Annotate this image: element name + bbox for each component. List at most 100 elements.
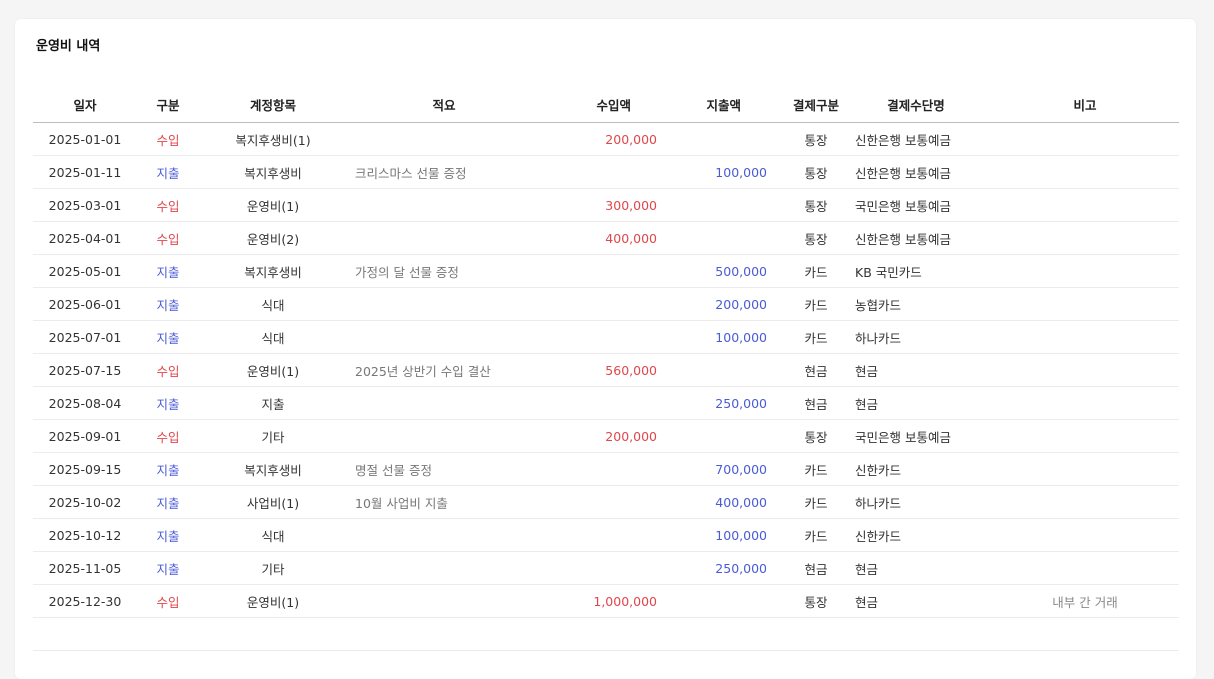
empty-cell <box>199 617 347 651</box>
operating-expense-panel: 운영비 내역 일자 구분 계정항목 적요 수입액 지출액 결제구분 결제수단명 <box>15 19 1196 679</box>
row-payment-name: 국민은행 보통예금 <box>841 188 991 222</box>
row-note <box>991 320 1179 354</box>
empty-cell <box>137 617 199 651</box>
row-date: 2025-09-01 <box>33 419 137 453</box>
row-account: 운영비(1) <box>199 188 347 222</box>
row-payment-type: 통장 <box>771 155 841 189</box>
row-payment-name: 현금 <box>841 353 991 387</box>
row-expense: 100,000 <box>661 518 771 552</box>
row-account: 복지후생비(1) <box>199 122 347 156</box>
header-expense[interactable]: 지출액 <box>661 87 771 123</box>
row-payment-name: 현금 <box>841 584 991 618</box>
row-account: 지출 <box>199 386 347 420</box>
row-date: 2025-09-15 <box>33 452 137 486</box>
table-row[interactable]: 2025-03-01 수입 운영비(1) 300,000 통장 국민은행 보통예금 <box>33 188 1179 222</box>
row-income: 400,000 <box>541 221 661 255</box>
row-note: 내부 간 거래 <box>991 584 1179 618</box>
header-account[interactable]: 계정항목 <box>199 87 347 123</box>
table-row[interactable]: 2025-06-01 지출 식대 200,000 카드 농협카드 <box>33 287 1179 321</box>
table-row[interactable]: 2025-01-11 지출 복지후생비 크리스마스 선물 증정 100,000 통장 신한은… <box>33 155 1179 189</box>
row-note <box>991 155 1179 189</box>
row-date: 2025-05-01 <box>33 254 137 288</box>
row-payment-name: 신한은행 보통예금 <box>841 155 991 189</box>
table-row[interactable]: 2025-04-01 수입 운영비(2) 400,000 통장 신한은행 보통예금 <box>33 221 1179 255</box>
row-income: 300,000 <box>541 188 661 222</box>
table-row[interactable]: 2025-05-01 지출 복지후생비 가정의 달 선물 증정 500,000 카드 KB … <box>33 254 1179 288</box>
row-payment-name: KB 국민카드 <box>841 254 991 288</box>
row-account: 식대 <box>199 518 347 552</box>
row-payment-type: 현금 <box>771 551 841 585</box>
header-income[interactable]: 수입액 <box>541 87 661 123</box>
row-note <box>991 551 1179 585</box>
row-payment-name: 농협카드 <box>841 287 991 321</box>
row-income <box>541 155 661 189</box>
row-account: 복지후생비 <box>199 155 347 189</box>
row-type: 지출 <box>137 254 199 288</box>
row-expense <box>661 221 771 255</box>
header-type[interactable]: 구분 <box>137 87 199 123</box>
row-payment-type: 통장 <box>771 221 841 255</box>
row-income: 200,000 <box>541 419 661 453</box>
row-description <box>347 518 541 552</box>
header-description[interactable]: 적요 <box>347 87 541 123</box>
row-account: 복지후생비 <box>199 452 347 486</box>
row-date: 2025-07-01 <box>33 320 137 354</box>
row-payment-name: 현금 <box>841 386 991 420</box>
row-payment-type: 카드 <box>771 254 841 288</box>
row-description <box>347 386 541 420</box>
row-date: 2025-10-12 <box>33 518 137 552</box>
table-row-empty <box>33 617 1179 651</box>
row-expense: 200,000 <box>661 287 771 321</box>
row-description <box>347 551 541 585</box>
empty-cell <box>661 617 771 651</box>
row-description <box>347 287 541 321</box>
row-note <box>991 386 1179 420</box>
row-payment-name: 신한카드 <box>841 518 991 552</box>
table-row[interactable]: 2025-07-15 수입 운영비(1) 2025년 상반기 수입 결산 560,000… <box>33 353 1179 387</box>
table-row[interactable]: 2025-10-12 지출 식대 100,000 카드 신한카드 <box>33 518 1179 552</box>
empty-cell <box>841 617 991 651</box>
row-type: 수입 <box>137 221 199 255</box>
row-account: 운영비(1) <box>199 584 347 618</box>
row-expense <box>661 122 771 156</box>
header-date[interactable]: 일자 <box>33 87 137 123</box>
table-header: 일자 구분 계정항목 적요 수입액 지출액 결제구분 결제수단명 비고 <box>33 87 1179 123</box>
row-account: 기타 <box>199 551 347 585</box>
table-row[interactable]: 2025-10-02 지출 사업비(1) 10월 사업비 지출 400,000 카드 하나카… <box>33 485 1179 519</box>
row-income <box>541 518 661 552</box>
table-row[interactable]: 2025-09-01 수입 기타 200,000 통장 국민은행 보통예금 <box>33 419 1179 453</box>
row-date: 2025-06-01 <box>33 287 137 321</box>
table-row[interactable]: 2025-01-01 수입 복지후생비(1) 200,000 통장 신한은행 보통예금 <box>33 122 1179 156</box>
row-type: 수입 <box>137 419 199 453</box>
row-type: 지출 <box>137 155 199 189</box>
row-payment-type: 현금 <box>771 386 841 420</box>
header-payment-name[interactable]: 결제수단명 <box>841 87 991 123</box>
row-note <box>991 287 1179 321</box>
row-description: 2025년 상반기 수입 결산 <box>347 353 541 387</box>
header-note[interactable]: 비고 <box>991 87 1179 123</box>
row-payment-name: 국민은행 보통예금 <box>841 419 991 453</box>
empty-cell <box>33 617 137 651</box>
empty-cell <box>771 617 841 651</box>
row-type: 지출 <box>137 485 199 519</box>
row-account: 식대 <box>199 287 347 321</box>
row-income: 560,000 <box>541 353 661 387</box>
row-date: 2025-04-01 <box>33 221 137 255</box>
row-type: 수입 <box>137 353 199 387</box>
row-type: 지출 <box>137 386 199 420</box>
row-date: 2025-01-01 <box>33 122 137 156</box>
row-type: 수입 <box>137 122 199 156</box>
table-row[interactable]: 2025-09-15 지출 복지후생비 명절 선물 증정 700,000 카드 신한카드 <box>33 452 1179 486</box>
row-note <box>991 518 1179 552</box>
header-payment-type[interactable]: 결제구분 <box>771 87 841 123</box>
table-row[interactable]: 2025-08-04 지출 지출 250,000 현금 현금 <box>33 386 1179 420</box>
row-payment-type: 카드 <box>771 287 841 321</box>
panel-title: 운영비 내역 <box>36 39 101 54</box>
expense-table: 일자 구분 계정항목 적요 수입액 지출액 결제구분 결제수단명 비고 2025… <box>33 87 1179 651</box>
table-row[interactable]: 2025-07-01 지출 식대 100,000 카드 하나카드 <box>33 320 1179 354</box>
row-note <box>991 419 1179 453</box>
table-row[interactable]: 2025-12-30 수입 운영비(1) 1,000,000 통장 현금 내부 간 거래 <box>33 584 1179 618</box>
table-row[interactable]: 2025-11-05 지출 기타 250,000 현금 현금 <box>33 551 1179 585</box>
row-note <box>991 485 1179 519</box>
row-income <box>541 485 661 519</box>
